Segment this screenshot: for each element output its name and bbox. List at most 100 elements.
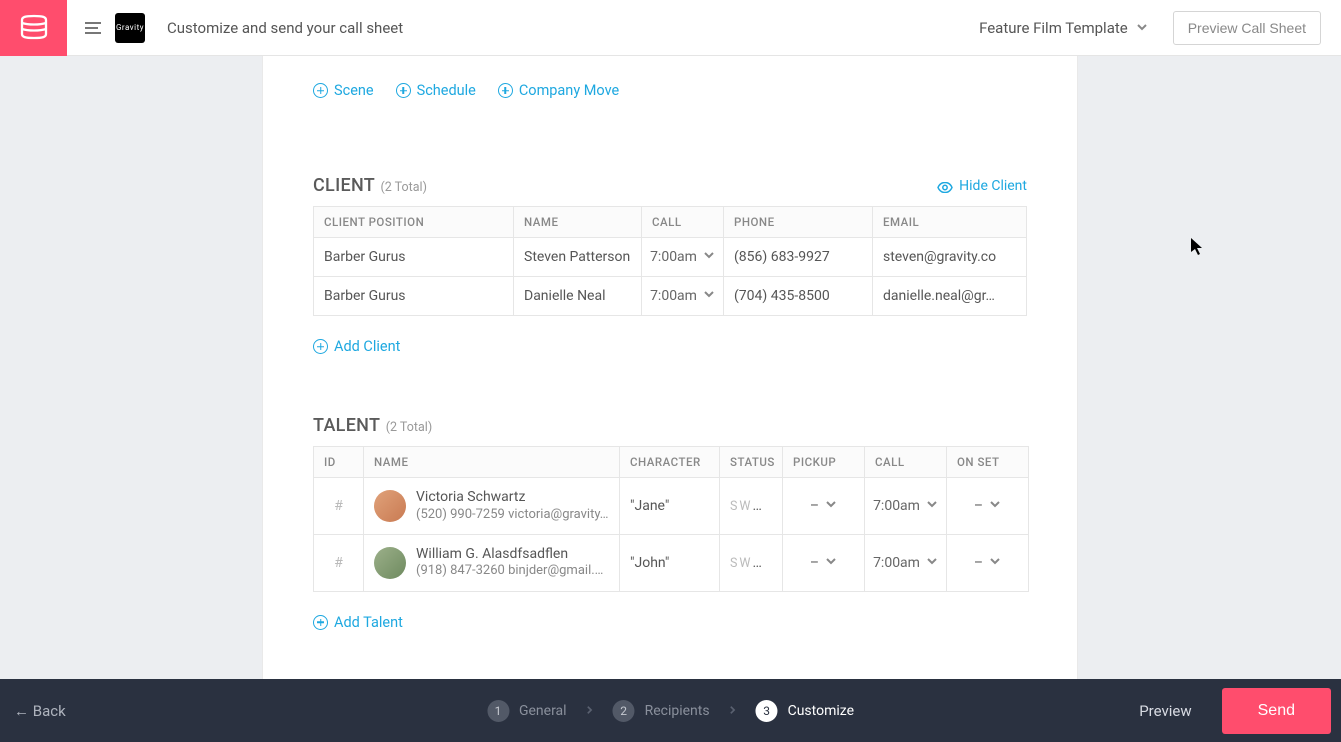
client-name-value: Steven Patterson [514, 238, 642, 277]
talent-contact-value: (918) 847-3260 binjder@gmail.com [416, 563, 609, 579]
chevron-down-icon [703, 249, 715, 265]
project-thumbnail[interactable]: Gravity [115, 13, 145, 43]
talent-pickup-dropdown[interactable]: – [793, 555, 854, 571]
client-call-dropdown[interactable]: 7:00am [652, 249, 713, 265]
hide-client-label: Hide Client [959, 178, 1027, 194]
send-button[interactable]: Send [1222, 688, 1331, 734]
table-row[interactable]: Barber Gurus Steven Patterson 7:00am (85… [314, 238, 1027, 277]
col-talent-character: CHARACTER [620, 447, 720, 478]
talent-call-value: 7:00am [873, 498, 920, 514]
talent-name-value: Victoria Schwartz [416, 489, 609, 507]
preview-call-sheet-button[interactable]: Preview Call Sheet [1173, 11, 1321, 45]
add-talent-button[interactable]: Add Talent [313, 614, 1027, 631]
menu-icon[interactable] [85, 22, 101, 34]
client-section-header: CLIENT (2 Total) Hide Client [313, 175, 1027, 196]
talent-table: ID NAME CHARACTER STATUS PICKUP CALL ON … [313, 446, 1029, 592]
add-client-button[interactable]: Add Client [313, 338, 1027, 355]
table-row[interactable]: Barber Gurus Danielle Neal 7:00am (704) … [314, 277, 1027, 316]
wizard-steps: 1 General 2 Recipients 3 Customize [487, 700, 854, 722]
step-number: 3 [756, 700, 778, 722]
add-company-move-button[interactable]: Company Move [498, 82, 619, 99]
client-call-dropdown[interactable]: 7:00am [652, 288, 713, 304]
col-client-position: CLIENT POSITION [314, 207, 514, 238]
topbar: Gravity Customize and send your call she… [0, 0, 1341, 56]
col-client-call: CALL [642, 207, 724, 238]
client-phone-value: (856) 683-9927 [724, 238, 873, 277]
chevron-down-icon [989, 498, 1001, 514]
brand-logo[interactable] [0, 0, 67, 56]
add-scene-button[interactable]: Scene [313, 82, 374, 99]
talent-pickup-value: – [810, 555, 819, 571]
talent-status-value[interactable]: SWHF [730, 555, 772, 571]
col-client-email: EMAIL [873, 207, 1027, 238]
chevron-down-icon [926, 555, 938, 571]
client-email-value: steven@gravity.co [873, 238, 1027, 277]
client-position-value: Barber Gurus [324, 249, 406, 265]
preview-button[interactable]: Preview [1139, 702, 1191, 720]
talent-id-value: # [334, 555, 343, 571]
chevron-down-icon [926, 498, 938, 514]
plus-icon [313, 615, 328, 630]
hide-client-button[interactable]: Hide Client [937, 178, 1027, 194]
col-talent-id: ID [314, 447, 364, 478]
talent-onset-value: – [974, 555, 983, 571]
step-label: Recipients [645, 703, 710, 719]
chevron-down-icon [1136, 19, 1148, 37]
step-customize[interactable]: 3 Customize [756, 700, 854, 722]
table-row[interactable]: # William G. Alasdfsadflen (918) 847-326… [314, 534, 1029, 591]
col-client-name: NAME [514, 207, 642, 238]
client-position-value: Barber Gurus [324, 288, 406, 304]
client-section-count: (2 Total) [381, 180, 427, 195]
talent-section-title: TALENT [313, 415, 380, 436]
plus-icon [396, 83, 411, 98]
client-table: CLIENT POSITION NAME CALL PHONE EMAIL Ba… [313, 206, 1027, 316]
talent-onset-dropdown[interactable]: – [957, 498, 1018, 514]
workspace: Scene Schedule Company Move CLIENT (2 To… [0, 56, 1341, 679]
template-dropdown-label: Feature Film Template [979, 19, 1128, 37]
step-recipients[interactable]: 2 Recipients [613, 700, 710, 722]
col-talent-status: STATUS [720, 447, 783, 478]
talent-name-value: William G. Alasdfsadflen [416, 546, 609, 564]
step-number: 2 [613, 700, 635, 722]
add-company-move-label: Company Move [519, 82, 619, 99]
wizard-footer: ← Back 1 General 2 Recipients 3 Customiz… [0, 679, 1341, 742]
client-email-value: danielle.neal@gr… [873, 277, 1027, 316]
eye-icon [937, 181, 953, 192]
plus-icon [313, 339, 328, 354]
talent-contact-value: (520) 990-7259 victoria@gravity… [416, 507, 609, 523]
add-client-label: Add Client [334, 338, 400, 355]
col-talent-pickup: PICKUP [783, 447, 865, 478]
talent-character-value: "Jane" [620, 478, 720, 535]
talent-call-dropdown[interactable]: 7:00am [875, 498, 936, 514]
template-dropdown[interactable]: Feature Film Template [979, 19, 1148, 37]
talent-section-header: TALENT (2 Total) [313, 415, 1027, 436]
talent-call-value: 7:00am [873, 555, 920, 571]
talent-status-value[interactable]: SWHF [730, 498, 772, 514]
client-phone-value: (704) 435-8500 [724, 277, 873, 316]
talent-pickup-dropdown[interactable]: – [793, 498, 854, 514]
chevron-right-icon [728, 703, 738, 719]
client-name-value: Danielle Neal [514, 277, 642, 316]
col-talent-onset: ON SET [947, 447, 1029, 478]
chevron-down-icon [825, 498, 837, 514]
chevron-down-icon [703, 288, 715, 304]
chevron-down-icon [825, 555, 837, 571]
add-talent-label: Add Talent [334, 614, 403, 631]
add-schedule-button[interactable]: Schedule [396, 82, 476, 99]
step-label: Customize [788, 703, 854, 719]
talent-call-dropdown[interactable]: 7:00am [875, 555, 936, 571]
table-row[interactable]: # Victoria Schwartz (520) 990-7259 victo… [314, 478, 1029, 535]
talent-id-value: # [334, 498, 343, 514]
avatar [374, 547, 406, 579]
back-button[interactable]: ← Back [14, 702, 66, 720]
talent-section-count: (2 Total) [386, 420, 432, 435]
step-general[interactable]: 1 General [487, 700, 567, 722]
talent-onset-value: – [974, 498, 983, 514]
talent-onset-dropdown[interactable]: – [957, 555, 1018, 571]
chevron-right-icon [585, 703, 595, 719]
add-block-row: Scene Schedule Company Move [313, 72, 1027, 105]
col-client-phone: PHONE [724, 207, 873, 238]
step-number: 1 [487, 700, 509, 722]
call-sheet-panel: Scene Schedule Company Move CLIENT (2 To… [262, 56, 1078, 679]
add-schedule-label: Schedule [417, 82, 476, 99]
